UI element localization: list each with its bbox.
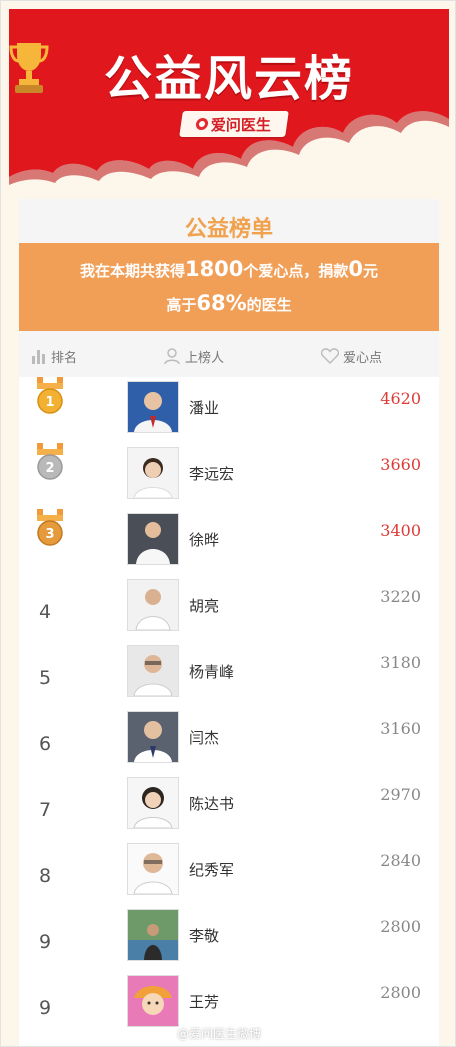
doctor-name: 杨青峰 (189, 663, 235, 681)
header-rank[interactable]: 排名 (31, 347, 77, 366)
page-frame: 公益风云榜 爱问医生 公益榜单 我在本期共获得1800个爱心点，捐款0元 高于6… (0, 0, 456, 1047)
table-row[interactable]: 2 李远宏 3660 (19, 443, 439, 509)
points-value: 2970 (380, 785, 421, 804)
doctor-photo (128, 712, 178, 762)
table-row[interactable]: 4 胡亮 3220 (19, 575, 439, 641)
summary-points: 1800 (184, 257, 244, 281)
rank-number: 9 (39, 931, 52, 953)
points-value: 3400 (380, 521, 421, 540)
avatar (127, 447, 179, 499)
avatar (127, 579, 179, 631)
doctor-name: 胡亮 (189, 597, 220, 615)
trophy-icon (9, 43, 49, 93)
table-row[interactable]: 7 陈达书 2970 (19, 773, 439, 839)
summary-text: 元 (363, 262, 379, 280)
heart-icon (321, 348, 339, 364)
avatar (127, 777, 179, 829)
medal-rank: 2 (45, 461, 54, 476)
doctor-photo (128, 646, 178, 696)
doctor-photo (128, 976, 178, 1026)
brand-logo: 爱问医生 (179, 111, 289, 137)
rank-number: 8 (39, 865, 52, 887)
brand-name: 爱问医生 (211, 115, 272, 134)
header-rank-label: 排名 (51, 350, 78, 366)
summary-percent: 68% (196, 291, 247, 315)
points-value: 3160 (380, 719, 421, 738)
avatar (127, 513, 179, 565)
points-value: 3220 (380, 587, 421, 606)
header-person-label: 上榜人 (185, 350, 225, 366)
table-row[interactable]: 8 纪秀军 2840 (19, 839, 439, 905)
points-value: 2800 (380, 917, 421, 936)
card-title: 公益榜单 (184, 217, 273, 242)
doctor-name: 纪秀军 (189, 861, 235, 879)
user-icon (164, 348, 180, 365)
silver-medal-icon: 2 (37, 443, 63, 480)
header-points-label: 爱心点 (343, 350, 383, 366)
summary-box: 我在本期共获得1800个爱心点，捐款0元 高于68%的医生 (19, 243, 439, 331)
table-header: 排名 上榜人 爱心点 (19, 333, 439, 380)
avatar (127, 909, 179, 961)
table-row[interactable]: 1 潘业 4620 (19, 377, 439, 443)
bar-chart-icon (32, 350, 45, 364)
table-row[interactable]: 9 李敬 2800 (19, 905, 439, 971)
banner-title: 公益风云榜 (103, 51, 354, 107)
summary-text: 个爱心点，捐款 (243, 262, 349, 280)
doctor-name: 徐晔 (189, 531, 220, 549)
points-value: 2800 (380, 983, 421, 1002)
banner-title-row: 公益风云榜 (9, 39, 449, 109)
summary-line-1: 我在本期共获得1800个爱心点，捐款0元 (19, 257, 439, 281)
doctor-photo (128, 778, 178, 828)
ranking-list: 1 潘业 4620 2 李远宏 3660 3 徐晔 3400 4 胡亮 3220… (19, 377, 439, 1046)
points-value: 3660 (380, 455, 421, 474)
table-row[interactable]: 3 徐晔 3400 (19, 509, 439, 575)
rank-number: 7 (39, 799, 52, 821)
doctor-photo (128, 580, 178, 630)
doctor-name: 陈达书 (189, 795, 235, 813)
doctor-photo (128, 382, 178, 432)
doctor-photo (128, 844, 178, 894)
avatar (127, 645, 179, 697)
brand-eye-icon (195, 118, 210, 130)
watermark: @爱问医生微博 (177, 1027, 262, 1041)
avatar (127, 711, 179, 763)
rank-number: 9 (39, 997, 52, 1019)
header-points[interactable]: 爱心点 (321, 347, 382, 366)
summary-line-2: 高于68%的医生 (19, 291, 439, 315)
doctor-photo (128, 514, 178, 564)
table-row[interactable]: 6 闫杰 3160 (19, 707, 439, 773)
doctor-name: 李远宏 (189, 465, 235, 483)
medal-rank: 3 (45, 527, 54, 542)
points-value: 3180 (380, 653, 421, 672)
doctor-name: 李敬 (189, 927, 220, 945)
avatar (127, 975, 179, 1027)
doctor-name: 潘业 (189, 399, 220, 417)
doctor-photo (128, 448, 178, 498)
doctor-name: 王芳 (189, 993, 220, 1011)
points-value: 4620 (380, 389, 421, 408)
summary-text: 的医生 (246, 296, 292, 314)
rank-number: 4 (39, 601, 52, 623)
table-row[interactable]: 5 杨青峰 3180 (19, 641, 439, 707)
summary-text: 高于 (166, 296, 197, 314)
summary-text: 我在本期共获得 (79, 262, 185, 280)
rank-number: 5 (39, 667, 52, 689)
gold-medal-icon: 1 (37, 377, 63, 414)
doctor-photo (128, 910, 178, 960)
header-person[interactable]: 上榜人 (163, 347, 224, 366)
points-value: 2840 (380, 851, 421, 870)
rank-number: 6 (39, 733, 52, 755)
banner: 公益风云榜 爱问医生 (9, 9, 449, 194)
avatar (127, 843, 179, 895)
avatar (127, 381, 179, 433)
bronze-medal-icon: 3 (37, 509, 63, 546)
summary-money: 0 (348, 257, 364, 281)
medal-rank: 1 (45, 395, 54, 410)
doctor-name: 闫杰 (189, 729, 220, 747)
